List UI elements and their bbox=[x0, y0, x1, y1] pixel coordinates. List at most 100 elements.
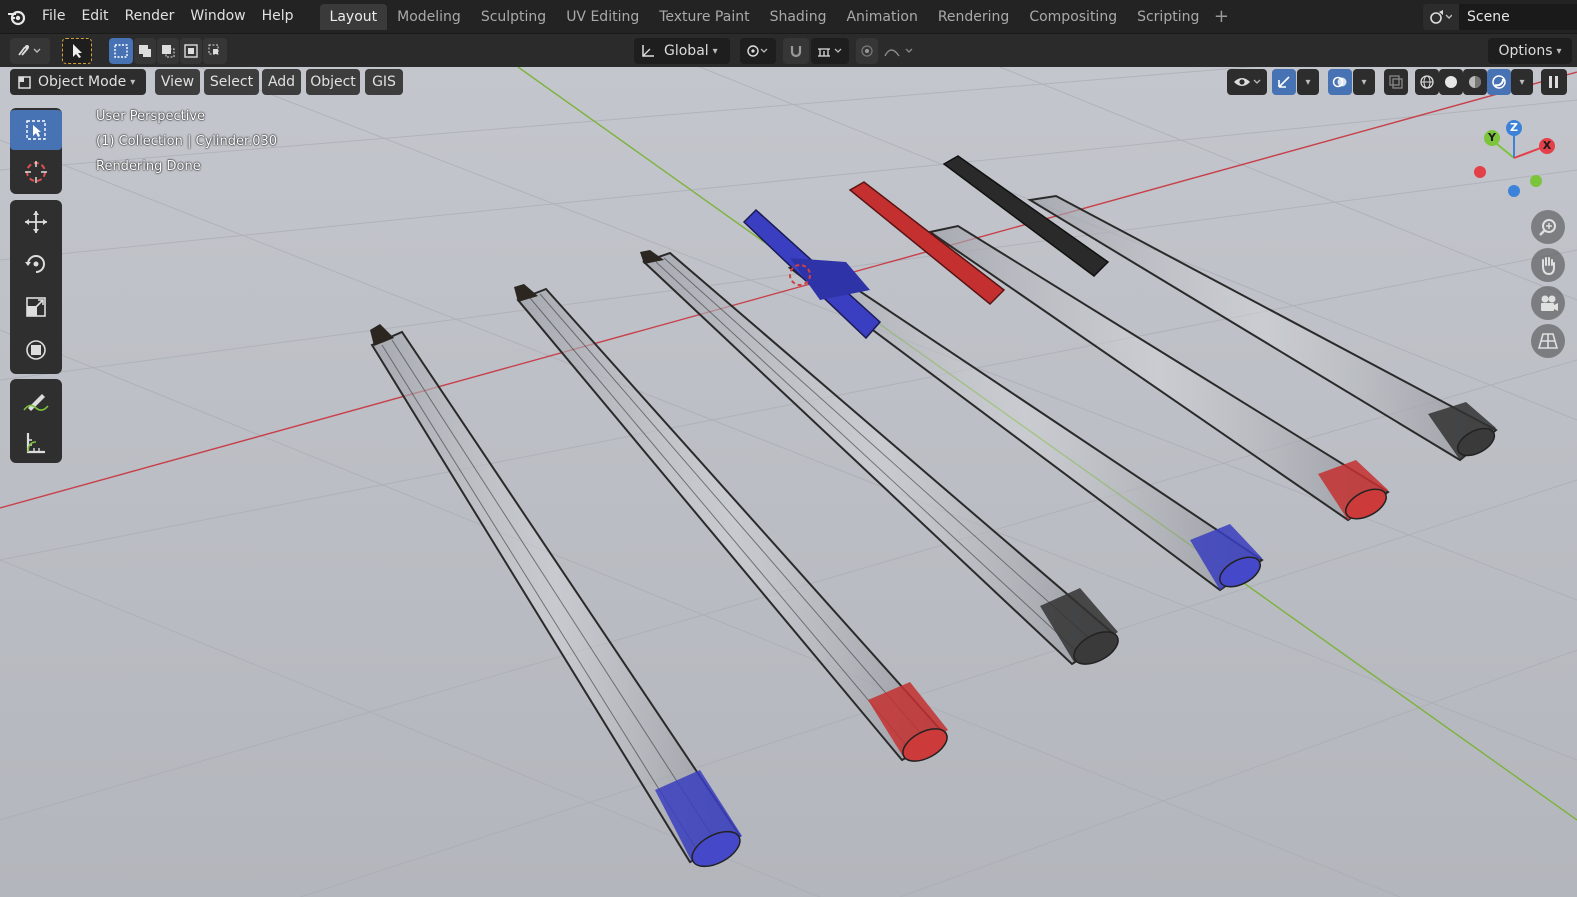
transform-orientation-dropdown[interactable]: Global ▾ bbox=[634, 38, 730, 64]
gizmo-z-axis-label[interactable]: Z bbox=[1506, 120, 1522, 136]
tab-animation[interactable]: Animation bbox=[836, 4, 927, 30]
select-box-icon bbox=[26, 120, 46, 140]
menu-edit[interactable]: Edit bbox=[73, 0, 116, 33]
tab-uv-editing[interactable]: UV Editing bbox=[556, 4, 649, 30]
select-extend-button[interactable] bbox=[134, 38, 156, 64]
select-box-tool[interactable] bbox=[10, 110, 62, 150]
scale-tool[interactable] bbox=[10, 287, 62, 327]
tab-compositing[interactable]: Compositing bbox=[1019, 4, 1127, 30]
menu-gis[interactable]: GIS bbox=[365, 69, 403, 95]
zoom-button[interactable] bbox=[1531, 210, 1565, 244]
shading-wireframe-button[interactable] bbox=[1415, 69, 1439, 95]
select-invert-button[interactable] bbox=[180, 38, 202, 64]
chevron-down-icon: ▾ bbox=[1556, 45, 1562, 57]
tab-sculpting[interactable]: Sculpting bbox=[471, 4, 556, 30]
tab-texture-paint[interactable]: Texture Paint bbox=[649, 4, 759, 30]
pivot-icon bbox=[747, 45, 768, 57]
shading-rendered-button[interactable] bbox=[1487, 69, 1511, 95]
viewport-scene[interactable] bbox=[0, 67, 1577, 897]
proportional-edit-icon bbox=[861, 45, 873, 57]
measure-ruler-icon bbox=[26, 433, 45, 454]
options-dropdown[interactable]: Options ▾ bbox=[1488, 38, 1572, 64]
annotate-pencil-icon bbox=[23, 394, 49, 411]
select-subtract-button[interactable] bbox=[157, 38, 179, 64]
top-menu-bar: File Edit Render Window Help Layout Mode… bbox=[0, 0, 1577, 33]
tool-group-transform bbox=[10, 200, 62, 374]
snap-target-dropdown[interactable] bbox=[811, 38, 849, 64]
annotate-tool[interactable] bbox=[10, 381, 62, 421]
tab-rendering[interactable]: Rendering bbox=[928, 4, 1020, 30]
camera-icon bbox=[1541, 295, 1558, 311]
overlays-toggle-button[interactable] bbox=[1328, 69, 1352, 95]
editor-type-button[interactable] bbox=[10, 38, 50, 64]
perspective-toggle-button[interactable] bbox=[1531, 324, 1565, 358]
shading-material-button[interactable] bbox=[1463, 69, 1487, 95]
select-invert-icon bbox=[184, 44, 198, 58]
menu-window[interactable]: Window bbox=[182, 0, 253, 33]
add-workspace-button[interactable]: + bbox=[1209, 4, 1233, 30]
cursor-arrow-icon bbox=[73, 44, 82, 58]
visibility-dropdown[interactable] bbox=[1227, 69, 1267, 95]
blender-logo-icon[interactable] bbox=[0, 0, 34, 33]
tab-modeling[interactable]: Modeling bbox=[387, 4, 471, 30]
chevron-down-icon: ▾ bbox=[1519, 76, 1525, 88]
cursor-tool[interactable] bbox=[10, 152, 62, 192]
wireframe-sphere-icon bbox=[1420, 75, 1434, 89]
pan-button[interactable] bbox=[1531, 248, 1565, 282]
select-new-button[interactable] bbox=[109, 38, 133, 64]
proportional-falloff-dropdown[interactable] bbox=[880, 38, 920, 64]
object-mode-icon bbox=[18, 76, 31, 89]
chevron-down-icon: ▾ bbox=[130, 76, 136, 88]
view-name-text: User Perspective bbox=[96, 109, 206, 124]
shading-dropdown[interactable]: ▾ bbox=[1511, 69, 1533, 95]
measure-tool[interactable] bbox=[10, 423, 62, 463]
select-intersect-icon bbox=[208, 44, 219, 55]
scene-selector[interactable]: Scene bbox=[1423, 4, 1577, 30]
menu-file[interactable]: File bbox=[34, 0, 73, 33]
3d-viewport[interactable]: Y Z X Object Mode ▾ View Select Add Obje… bbox=[0, 67, 1577, 897]
scene-name-field[interactable]: Scene bbox=[1459, 4, 1577, 30]
shading-solid-button[interactable] bbox=[1439, 69, 1463, 95]
camera-view-button[interactable] bbox=[1531, 286, 1565, 320]
snap-toggle-button[interactable] bbox=[783, 38, 809, 64]
object-mode-label: Object Mode bbox=[38, 74, 127, 90]
tab-shading[interactable]: Shading bbox=[760, 4, 837, 30]
orientation-icon bbox=[642, 45, 654, 57]
transform-tool[interactable] bbox=[10, 330, 62, 370]
menu-select[interactable]: Select bbox=[204, 69, 259, 95]
sidebar-toggle-button[interactable] bbox=[1541, 69, 1567, 95]
gizmo-toggle-button[interactable] bbox=[1272, 69, 1296, 95]
gizmo-x-axis-label[interactable]: X bbox=[1539, 138, 1555, 154]
pause-icon bbox=[1549, 76, 1558, 88]
menu-render[interactable]: Render bbox=[117, 0, 183, 33]
overlays-dropdown[interactable]: ▾ bbox=[1353, 69, 1375, 95]
select-subtract-icon bbox=[162, 45, 175, 58]
gizmo-y-axis-label[interactable]: Y bbox=[1484, 130, 1500, 146]
xray-toggle-button[interactable] bbox=[1384, 69, 1408, 95]
pivot-point-dropdown[interactable] bbox=[740, 38, 776, 64]
menu-help[interactable]: Help bbox=[254, 0, 302, 33]
hand-icon bbox=[1542, 257, 1555, 276]
orientation-label: Global bbox=[664, 43, 709, 59]
chevron-down-icon: ▾ bbox=[1361, 76, 1367, 88]
tab-layout[interactable]: Layout bbox=[319, 3, 388, 30]
gizmo-dropdown[interactable]: ▾ bbox=[1297, 69, 1319, 95]
transform-icon bbox=[26, 340, 46, 360]
options-label: Options bbox=[1498, 43, 1553, 59]
falloff-curve-icon bbox=[884, 48, 913, 57]
overlays-icon bbox=[1332, 76, 1347, 88]
scene-icon[interactable] bbox=[1423, 4, 1459, 30]
select-tool-button[interactable] bbox=[62, 38, 92, 64]
tab-scripting[interactable]: Scripting bbox=[1127, 4, 1209, 30]
proportional-edit-button[interactable] bbox=[856, 38, 878, 64]
menu-view[interactable]: View bbox=[155, 69, 200, 95]
menu-object[interactable]: Object bbox=[306, 69, 360, 95]
select-extend-icon bbox=[139, 45, 151, 57]
menu-add[interactable]: Add bbox=[262, 69, 301, 95]
xray-icon bbox=[1389, 75, 1403, 89]
gizmo-icon bbox=[1278, 76, 1290, 88]
select-intersect-button[interactable] bbox=[203, 38, 227, 64]
object-mode-dropdown[interactable]: Object Mode ▾ bbox=[10, 69, 146, 95]
move-tool[interactable] bbox=[10, 202, 62, 242]
rotate-tool[interactable] bbox=[10, 244, 62, 284]
